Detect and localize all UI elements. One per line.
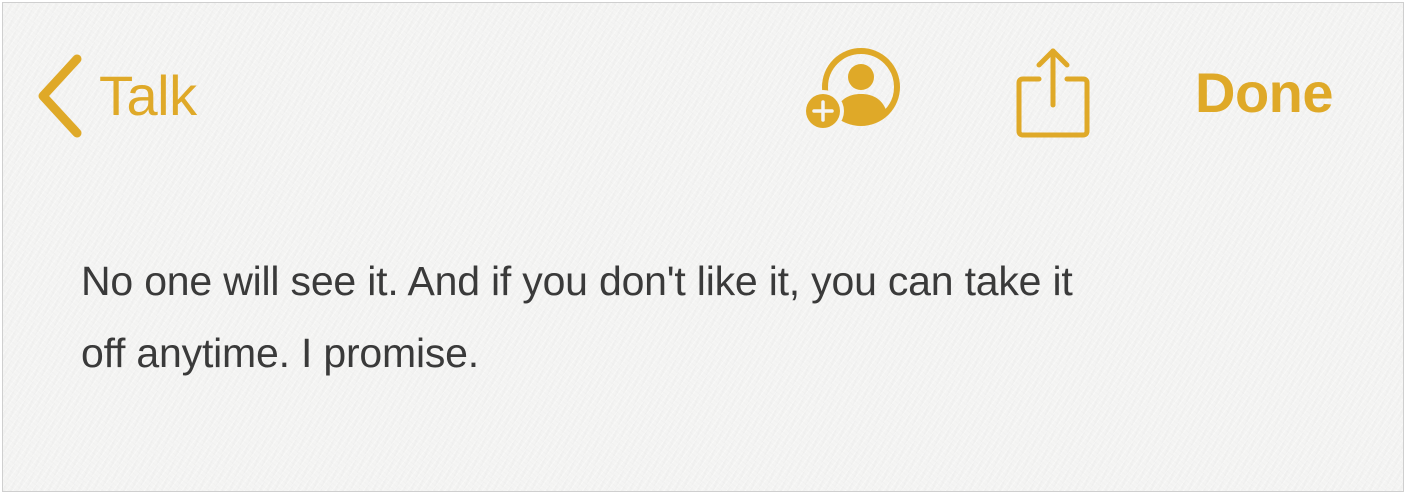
back-button-label: Talk [99, 64, 197, 127]
chevron-left-icon [38, 54, 82, 138]
note-line-1: No one will see it. And if you don't lik… [81, 258, 1073, 304]
share-icon[interactable] [1013, 43, 1093, 143]
back-button[interactable]: Talk [33, 51, 197, 141]
note-line-2: off anytime. I promise. [81, 330, 479, 376]
add-person-icon[interactable] [799, 47, 909, 137]
note-window: Talk Done No one will see it. And if you… [2, 2, 1404, 492]
note-body[interactable]: No one will see it. And if you don't lik… [81, 245, 1341, 389]
done-button[interactable]: Done [1195, 65, 1334, 121]
